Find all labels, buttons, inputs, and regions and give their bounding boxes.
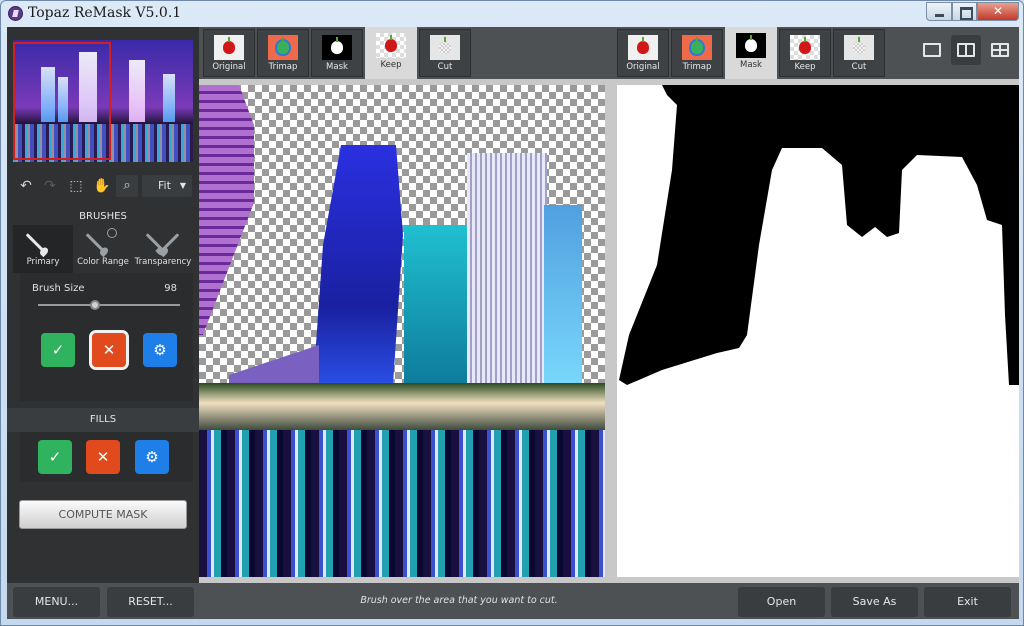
- cut-thumb-icon: [430, 35, 460, 60]
- left-panel: ↶ ↷ ⬚ ✋ ⌕ Fit ▼ BRUSHES Primary Color Ra…: [7, 27, 199, 583]
- mask-thumb-icon: [322, 35, 352, 60]
- minimize-button[interactable]: [926, 2, 952, 21]
- slider-thumb[interactable]: [89, 300, 100, 310]
- brush-icon: [13, 225, 73, 255]
- selection-icon[interactable]: ⬚: [65, 175, 87, 197]
- app-client: ↶ ↷ ⬚ ✋ ⌕ Fit ▼ BRUSHES Primary Color Ra…: [7, 27, 1019, 619]
- tab-primary[interactable]: Primary: [13, 225, 73, 273]
- keep-canvas[interactable]: [199, 79, 613, 583]
- topaz-logo-icon: [8, 6, 23, 21]
- brushes-heading: BRUSHES: [79, 211, 127, 222]
- compute-fill-button[interactable]: ⚙: [135, 440, 169, 474]
- compute-brush-button[interactable]: ⚙: [143, 333, 177, 367]
- quad-view-button[interactable]: [985, 35, 1015, 65]
- keep-preview-image[interactable]: [199, 85, 605, 577]
- brush-size-slider[interactable]: [38, 300, 180, 310]
- brush-size-value: 98: [164, 283, 177, 294]
- brush-tabs: Primary Color Range Transparency: [13, 225, 193, 273]
- split-view-icon: [957, 43, 975, 57]
- view-toolbar: ↶ ↷ ⬚ ✋ ⌕ Fit ▼: [13, 175, 193, 197]
- trimap-thumb-icon: [682, 35, 712, 60]
- keep-brush-button[interactable]: ✓: [41, 333, 75, 367]
- mask-thumb-icon: [736, 33, 766, 58]
- right-view-tabs: Original Trimap Mask Keep Cut: [613, 27, 1019, 79]
- mask-canvas[interactable]: [613, 79, 1019, 583]
- split-view-button[interactable]: [951, 35, 981, 65]
- brush-settings: Brush Size 98 ✓ ✕ ⚙: [20, 273, 193, 401]
- left-tab-mask[interactable]: Mask: [311, 29, 363, 77]
- compute-fill-icon: ⚙: [145, 448, 159, 466]
- zoom-button[interactable]: ⌕: [116, 175, 138, 197]
- tab-color-range[interactable]: Color Range: [73, 225, 133, 273]
- right-tab-original[interactable]: Original: [617, 29, 669, 77]
- transparency-brush-icon: [133, 225, 193, 255]
- single-view-button[interactable]: [917, 35, 947, 65]
- status-hint: Brush over the area that you want to cut…: [360, 595, 558, 606]
- chevron-down-icon: ▼: [179, 181, 186, 190]
- fills-panel: ✓ ✕ ⚙: [20, 432, 193, 482]
- navigator-viewport-rect[interactable]: [13, 42, 111, 160]
- mask-preview-image[interactable]: [617, 85, 1019, 577]
- original-thumb-icon: [628, 35, 658, 60]
- left-tab-keep[interactable]: Keep: [365, 27, 417, 79]
- app-window: Topaz ReMask V5.0.1 ✕ ↶ ↷ ⬚ ✋ ⌕ Fit ▼ BR…: [0, 0, 1024, 626]
- cut-fill-icon: ✕: [96, 448, 110, 466]
- right-tab-mask[interactable]: Mask: [725, 27, 777, 79]
- right-tab-cut[interactable]: Cut: [833, 29, 885, 77]
- fills-heading: FILLS: [89, 414, 117, 425]
- menu-button[interactable]: MENU...: [13, 587, 100, 617]
- bottom-bar: MENU... RESET... Brush over the area tha…: [7, 583, 1019, 619]
- title-bar: Topaz ReMask V5.0.1 ✕: [1, 1, 1023, 27]
- magnifier-icon: ⌕: [123, 178, 131, 193]
- reset-button[interactable]: RESET...: [107, 587, 194, 617]
- compute-brush-icon: ⚙: [153, 341, 167, 359]
- right-tab-trimap[interactable]: Trimap: [671, 29, 723, 77]
- brush-size-label: Brush Size: [32, 283, 85, 294]
- undo-icon[interactable]: ↶: [15, 175, 37, 197]
- cut-brush-button[interactable]: ✕: [89, 330, 129, 370]
- exit-button[interactable]: Exit: [924, 587, 1011, 617]
- keep-thumb-icon: [790, 35, 820, 60]
- left-tab-original[interactable]: Original: [203, 29, 255, 77]
- cut-fill-button[interactable]: ✕: [86, 440, 120, 474]
- keep-brush-icon: ✓: [51, 341, 65, 359]
- single-view-icon: [923, 43, 941, 57]
- keep-fill-icon: ✓: [48, 448, 62, 466]
- fills-header: FILLS: [7, 408, 199, 432]
- left-tab-trimap[interactable]: Trimap: [257, 29, 309, 77]
- color-range-brush-icon: [73, 225, 133, 255]
- maximize-button[interactable]: [952, 2, 977, 21]
- mask-shape: [619, 85, 1019, 385]
- zoom-select[interactable]: Fit ▼: [142, 175, 192, 197]
- original-thumb-icon: [214, 35, 244, 60]
- open-button[interactable]: Open: [738, 587, 825, 617]
- close-button[interactable]: ✕: [977, 2, 1019, 21]
- tab-transparency[interactable]: Transparency: [133, 225, 193, 273]
- cut-brush-icon: ✕: [102, 341, 116, 359]
- save-as-button[interactable]: Save As: [831, 587, 918, 617]
- window-title: Topaz ReMask V5.0.1: [28, 5, 182, 21]
- right-tab-keep[interactable]: Keep: [779, 29, 831, 77]
- compute-mask-button[interactable]: COMPUTE MASK: [19, 500, 187, 529]
- cut-thumb-icon: [844, 35, 874, 60]
- left-tab-cut[interactable]: Cut: [419, 29, 471, 77]
- left-view-tabs: Original Trimap Mask Keep Cut: [199, 27, 613, 79]
- quad-view-icon: [991, 43, 1009, 57]
- redo-icon[interactable]: ↷: [39, 175, 61, 197]
- navigator-thumbnail[interactable]: [13, 40, 193, 162]
- hand-icon[interactable]: ✋: [91, 175, 113, 197]
- keep-thumb-icon: [376, 33, 406, 58]
- trimap-thumb-icon: [268, 35, 298, 60]
- keep-fill-button[interactable]: ✓: [38, 440, 72, 474]
